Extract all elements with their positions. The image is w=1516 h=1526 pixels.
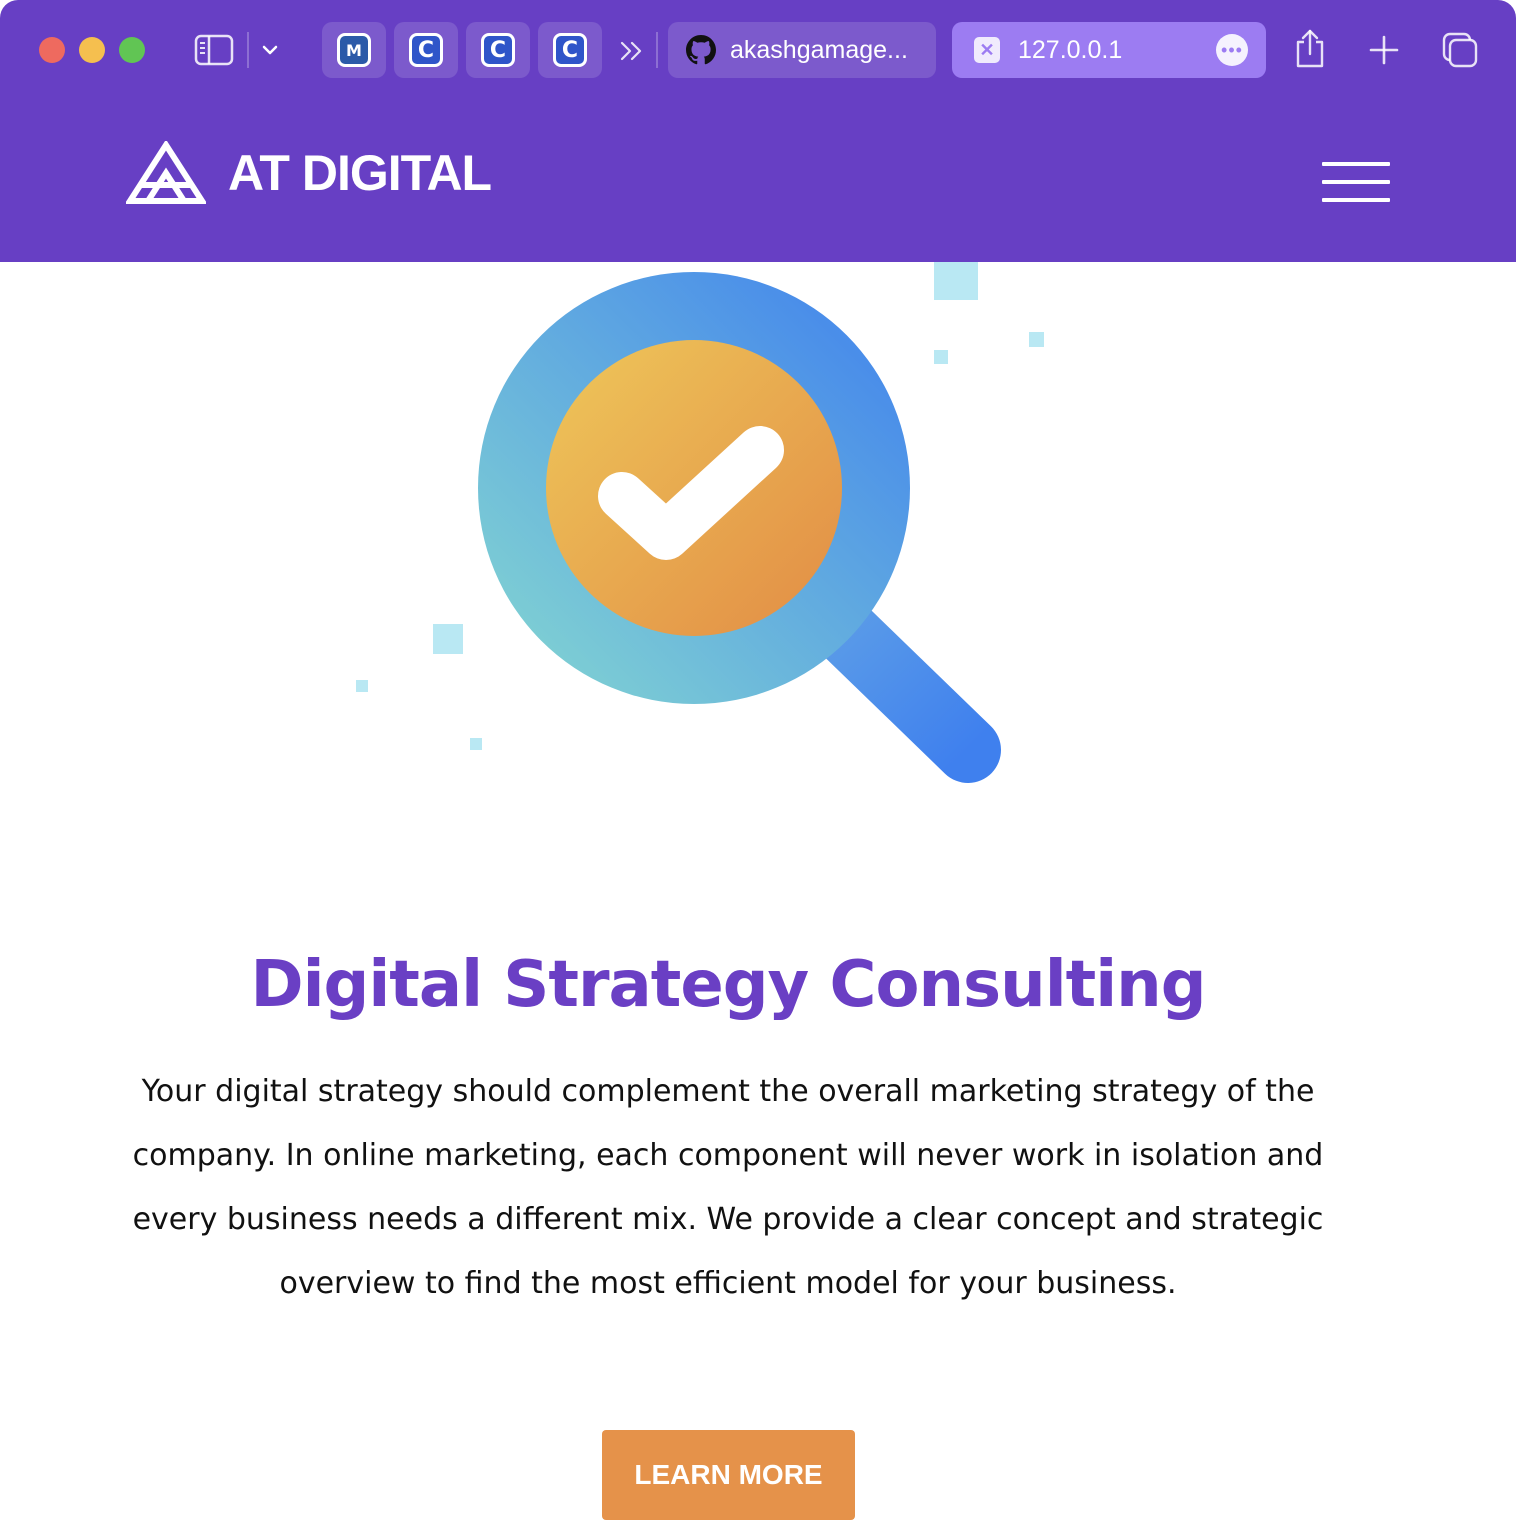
close-window-button[interactable]: [39, 37, 65, 63]
double-chevron-right-icon: [620, 41, 642, 61]
more-tabs-button[interactable]: [614, 34, 650, 68]
menu-line: [1322, 180, 1390, 184]
tab-label: akashgamage...: [730, 35, 908, 64]
tab-github[interactable]: akashgamage...: [668, 22, 936, 78]
learn-more-button[interactable]: LEARN MORE: [602, 1430, 855, 1520]
tab-options-icon[interactable]: •••: [1216, 34, 1248, 66]
tab-localhost[interactable]: ✕ 127.0.0.1 •••: [952, 22, 1266, 78]
c-logo-icon: C: [553, 33, 587, 67]
tab-label: 127.0.0.1: [1018, 35, 1123, 64]
c-logo-icon: C: [409, 33, 443, 67]
maximize-window-button[interactable]: [119, 37, 145, 63]
c-logo-icon: C: [481, 33, 515, 67]
pinned-tab-4[interactable]: C: [538, 22, 602, 78]
at-digital-logo-icon: [126, 141, 206, 204]
tab-overview-button[interactable]: [1440, 30, 1480, 70]
share-icon: [1296, 29, 1324, 68]
plus-icon: [1369, 35, 1399, 65]
share-button[interactable]: [1290, 26, 1330, 72]
sidebar-icon: [194, 34, 234, 66]
menu-line: [1322, 162, 1390, 166]
brand-name: AT DIGITAL: [228, 145, 492, 201]
github-icon: [686, 35, 716, 65]
chevron-down-icon: [262, 45, 278, 55]
minimize-window-button[interactable]: [79, 37, 105, 63]
page-title: Digital Strategy Consulting: [250, 948, 1206, 1022]
sidebar-menu-button[interactable]: [256, 34, 284, 66]
menu-line: [1322, 198, 1390, 202]
pinned-tab-1[interactable]: M: [322, 22, 386, 78]
site-header: AT DIGITAL: [0, 100, 1516, 262]
toolbar-divider: [656, 32, 658, 68]
magnifier-checkmark-icon: [340, 262, 1044, 802]
new-tab-button[interactable]: [1364, 30, 1404, 70]
browser-window: M C C C akashgamage... ✕ 127.0.0.1 ••• A…: [0, 0, 1516, 1526]
m-logo-icon: M: [337, 33, 371, 67]
close-tab-icon[interactable]: ✕: [974, 37, 1000, 63]
sidebar-toggle-button[interactable]: [192, 30, 236, 70]
tab-overview-icon: [1442, 32, 1478, 68]
toolbar-divider: [247, 32, 249, 68]
brand-logo[interactable]: AT DIGITAL: [126, 140, 492, 206]
pinned-tab-3[interactable]: C: [466, 22, 530, 78]
hero-description: Your digital strategy should complement …: [132, 1074, 1324, 1301]
pinned-tab-2[interactable]: C: [394, 22, 458, 78]
hamburger-menu-icon[interactable]: [1322, 162, 1390, 202]
browser-toolbar: M C C C akashgamage... ✕ 127.0.0.1 •••: [0, 0, 1516, 100]
